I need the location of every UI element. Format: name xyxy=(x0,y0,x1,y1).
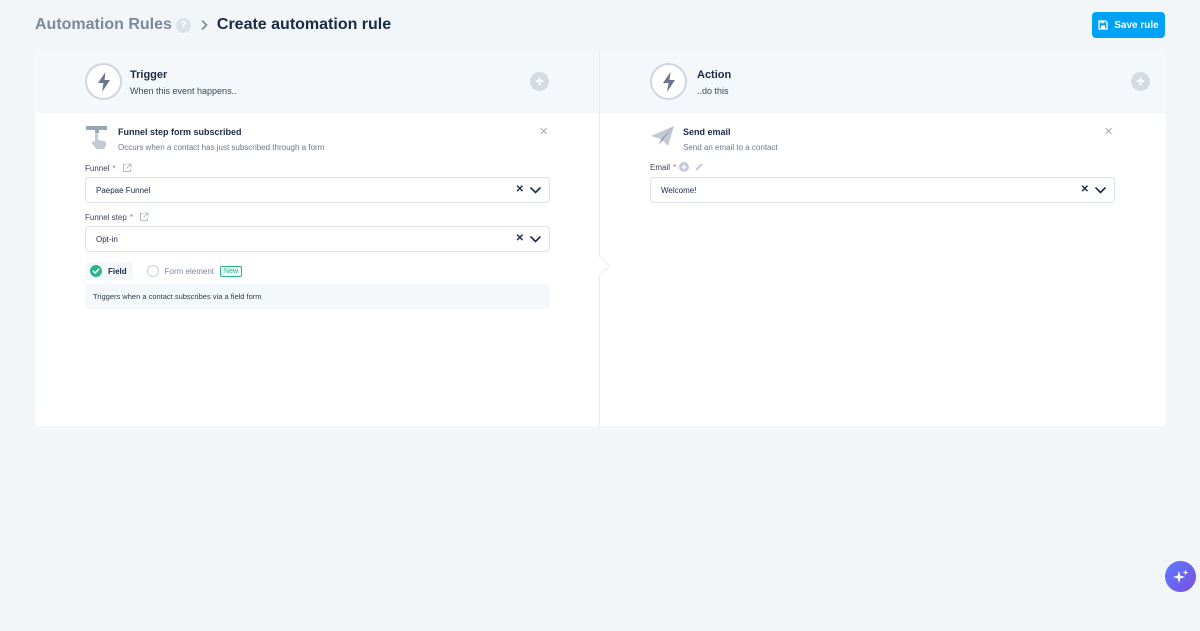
email-label: Email * xyxy=(650,162,704,172)
trigger-info-text: Triggers when a contact subscribes via a… xyxy=(85,284,550,309)
new-badge: New xyxy=(220,265,243,277)
email-value: Welcome! xyxy=(661,185,697,195)
add-action-button[interactable]: + xyxy=(1131,72,1150,91)
funnel-select[interactable]: Paepae Funnel ✕ xyxy=(85,177,550,203)
remove-trigger-icon[interactable]: ✕ xyxy=(539,125,548,138)
funnel-label-text: Funnel xyxy=(85,163,110,173)
clear-icon[interactable]: ✕ xyxy=(516,233,524,244)
required-marker: * xyxy=(673,162,677,172)
paper-plane-icon xyxy=(650,125,675,150)
trigger-step-title: Funnel step form subscribed xyxy=(118,127,242,137)
action-title: Action xyxy=(697,69,732,81)
required-marker: * xyxy=(129,212,133,222)
trigger-title: Trigger xyxy=(130,69,168,81)
page-header: Automation Rules ? Create automation rul… xyxy=(35,12,1165,38)
save-icon xyxy=(1098,20,1108,30)
lightning-icon xyxy=(85,63,122,100)
funnel-step-label-text: Funnel step xyxy=(85,212,127,222)
trigger-subtitle: When this event happens.. xyxy=(130,86,237,96)
funnel-step-label: Funnel step * xyxy=(85,212,149,222)
chevron-down-icon[interactable] xyxy=(1095,187,1106,196)
external-link-icon[interactable] xyxy=(139,212,149,222)
action-subtitle: ..do this xyxy=(697,86,729,96)
chevron-down-icon[interactable] xyxy=(530,236,541,245)
save-rule-button[interactable]: Save rule xyxy=(1092,12,1165,38)
action-step-description: Send an email to a contact xyxy=(683,143,778,152)
plus-icon: + xyxy=(1136,73,1145,90)
action-header: Action ..do this + xyxy=(600,51,1166,113)
email-label-text: Email xyxy=(650,162,671,172)
add-email-icon[interactable] xyxy=(679,162,690,172)
action-column: Action ..do this + Send email Send an em… xyxy=(600,51,1166,426)
remove-action-icon[interactable]: ✕ xyxy=(1104,125,1113,138)
required-marker: * xyxy=(112,163,116,173)
trigger-column: Trigger When this event happens.. + Funn… xyxy=(35,51,599,426)
field-option-label: Field xyxy=(108,266,127,276)
radio-icon xyxy=(146,265,159,277)
add-trigger-button[interactable]: + xyxy=(530,72,549,91)
funnel-step-select[interactable]: Opt-in ✕ xyxy=(85,226,550,252)
trigger-header: Trigger When this event happens.. + xyxy=(35,51,599,113)
plus-icon: + xyxy=(535,73,544,90)
breadcrumb-automation-rules[interactable]: Automation Rules xyxy=(35,16,172,34)
save-rule-label: Save rule xyxy=(1114,19,1159,31)
funnel-value: Paepae Funnel xyxy=(96,185,151,195)
external-link-icon[interactable] xyxy=(122,163,132,173)
funnel-step-value: Opt-in xyxy=(96,234,118,244)
sparkle-icon xyxy=(1172,569,1188,583)
hand-tap-icon xyxy=(85,125,110,150)
action-step-title: Send email xyxy=(683,127,731,137)
page-title: Create automation rule xyxy=(216,16,392,33)
form-element-option-label: Form element xyxy=(164,266,215,276)
clear-icon[interactable]: ✕ xyxy=(1081,184,1089,195)
form-element-option[interactable]: Form element xyxy=(146,265,215,277)
chevron-right-icon xyxy=(201,20,208,30)
email-select[interactable]: Welcome! ✕ xyxy=(650,177,1115,203)
chevron-down-icon[interactable] xyxy=(530,187,541,196)
lightning-icon xyxy=(650,63,687,100)
trigger-step-description: Occurs when a contact has just subscribe… xyxy=(118,143,325,152)
ai-assistant-button[interactable] xyxy=(1165,561,1196,592)
funnel-label: Funnel * xyxy=(85,163,132,173)
rule-editor-card: Trigger When this event happens.. + Funn… xyxy=(35,51,1166,426)
clear-icon[interactable]: ✕ xyxy=(516,184,524,195)
help-icon[interactable]: ? xyxy=(175,17,191,33)
check-circle-icon xyxy=(90,265,102,277)
edit-icon[interactable] xyxy=(694,162,704,172)
subscription-type-options: Field Form element New xyxy=(85,262,243,280)
field-option[interactable]: Field xyxy=(85,262,133,280)
